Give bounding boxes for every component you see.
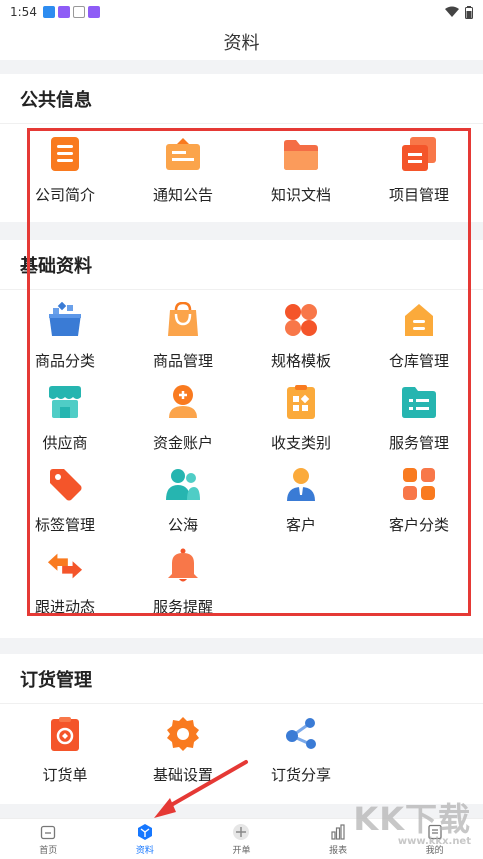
section-title: 基础资料	[0, 240, 483, 290]
section-basic-data: 基础资料 商品分类 商品管理 规格模板 仓库管理 供应商 资金账户 收支类别 服…	[0, 240, 483, 638]
battery-icon	[465, 5, 473, 19]
page-title: 资料	[223, 33, 260, 54]
order-clipboard-icon	[47, 716, 83, 752]
grid-item-label: 知识文档	[270, 186, 331, 204]
grid-item-knowledge-docs[interactable]: 知识文档	[242, 136, 360, 205]
swap-arrows-icon	[47, 548, 83, 584]
grid-item-label: 资金账户	[152, 434, 213, 452]
settings-gear-icon	[165, 716, 201, 752]
bell-icon	[165, 548, 201, 584]
shopping-bag-icon	[165, 302, 201, 338]
store-icon	[47, 384, 83, 420]
status-notification-icons	[42, 6, 100, 18]
section-order-management: 订货管理 订货单 基础设置 订货分享	[0, 654, 483, 804]
grid-item-label: 服务管理	[388, 434, 449, 452]
grid-item-label: 通知公告	[152, 186, 213, 204]
watermark-brand: KK下载	[353, 800, 471, 838]
grid-item-company-profile[interactable]: 公司简介	[6, 136, 124, 205]
grid-item-label: 商品分类	[34, 352, 95, 370]
grid-item-label: 订货单	[42, 766, 88, 784]
stacked-cards-icon	[401, 136, 437, 172]
grid-item-basic-settings[interactable]: 基础设置	[124, 716, 242, 785]
bar-chart-icon	[329, 823, 347, 841]
section-title: 订货管理	[0, 654, 483, 704]
grid-item-public-pool[interactable]: 公海	[124, 466, 242, 535]
grid-item-service-reminder[interactable]: 服务提醒	[124, 548, 242, 617]
status-bar: 1:54	[0, 0, 483, 24]
notice-board-icon	[165, 136, 201, 172]
app-notification-icon	[42, 6, 55, 18]
grid-item-income-expense[interactable]: 收支类别	[242, 384, 360, 453]
category-clipboard-icon	[283, 384, 319, 420]
grid-item-product-management[interactable]: 商品管理	[124, 302, 242, 371]
grid-item-project-management[interactable]: 项目管理	[360, 136, 478, 205]
app-notification-icon	[72, 6, 85, 18]
tab-home[interactable]: 首页	[0, 819, 97, 859]
grid-item-fund-account[interactable]: 资金账户	[124, 384, 242, 453]
page-header: 资料	[0, 24, 483, 60]
grid-item-label: 规格模板	[270, 352, 331, 370]
grid-item-label: 仓库管理	[388, 352, 449, 370]
customer-icon	[283, 466, 319, 502]
grid-item-label: 供应商	[42, 434, 88, 452]
grid-squares-icon	[401, 466, 437, 502]
grid-item-tag-management[interactable]: 标签管理	[6, 466, 124, 535]
four-petal-icon	[283, 302, 319, 338]
grid-item-label: 跟进动态	[34, 598, 95, 616]
tab-label: 首页	[39, 845, 58, 856]
grid-item-supplier[interactable]: 供应商	[6, 384, 124, 453]
grid-item-customer-category[interactable]: 客户分类	[360, 466, 478, 535]
grid-item-label: 订货分享	[270, 766, 331, 784]
cube-icon	[136, 823, 154, 841]
grid-item-label: 项目管理	[388, 186, 449, 204]
document-list-icon	[47, 136, 83, 172]
grid-item-label: 服务提醒	[152, 598, 213, 616]
user-coin-icon	[165, 384, 201, 420]
grid-item-service-management[interactable]: 服务管理	[360, 384, 478, 453]
product-box-icon	[47, 302, 83, 338]
grid-item-label: 收支类别	[270, 434, 331, 452]
home-icon	[39, 823, 57, 841]
grid-item-warehouse[interactable]: 仓库管理	[360, 302, 478, 371]
grid-item-customer[interactable]: 客户	[242, 466, 360, 535]
grid-item-label: 客户分类	[388, 516, 449, 534]
status-time: 1:54	[10, 5, 37, 19]
service-card-icon	[401, 384, 437, 420]
tab-label: 资料	[135, 845, 154, 856]
folder-icon	[283, 136, 319, 172]
grid-item-label: 公海	[167, 516, 198, 534]
group-users-icon	[165, 466, 201, 502]
grid-item-label: 公司简介	[34, 186, 95, 204]
grid-item-follow-up[interactable]: 跟进动态	[6, 548, 124, 617]
wifi-icon	[445, 6, 459, 17]
app-notification-icon	[87, 6, 100, 18]
grid-item-label: 标签管理	[34, 516, 95, 534]
section-public-info: 公共信息 公司简介 通知公告 知识文档 项目管理	[0, 74, 483, 222]
tab-label: 报表	[329, 845, 348, 856]
tag-icon	[47, 466, 83, 502]
grid-item-order-share[interactable]: 订货分享	[242, 716, 360, 785]
share-icon	[283, 716, 319, 752]
tab-label: 开单	[232, 845, 251, 856]
section-title: 公共信息	[0, 74, 483, 124]
grid-item-label: 商品管理	[152, 352, 213, 370]
grid-item-label: 基础设置	[152, 766, 213, 784]
tab-create-order[interactable]: 开单	[193, 819, 290, 859]
grid-item-product-category[interactable]: 商品分类	[6, 302, 124, 371]
warehouse-icon	[401, 302, 437, 338]
tab-data[interactable]: 资料	[97, 819, 194, 859]
grid-item-label: 客户	[285, 516, 316, 534]
app-notification-icon	[57, 6, 70, 18]
grid-item-order-form[interactable]: 订货单	[6, 716, 124, 785]
plus-circle-icon	[232, 823, 250, 841]
watermark: KK下载 www.kkx.net	[353, 794, 471, 847]
grid-item-notice[interactable]: 通知公告	[124, 136, 242, 205]
grid-item-spec-template[interactable]: 规格模板	[242, 302, 360, 371]
